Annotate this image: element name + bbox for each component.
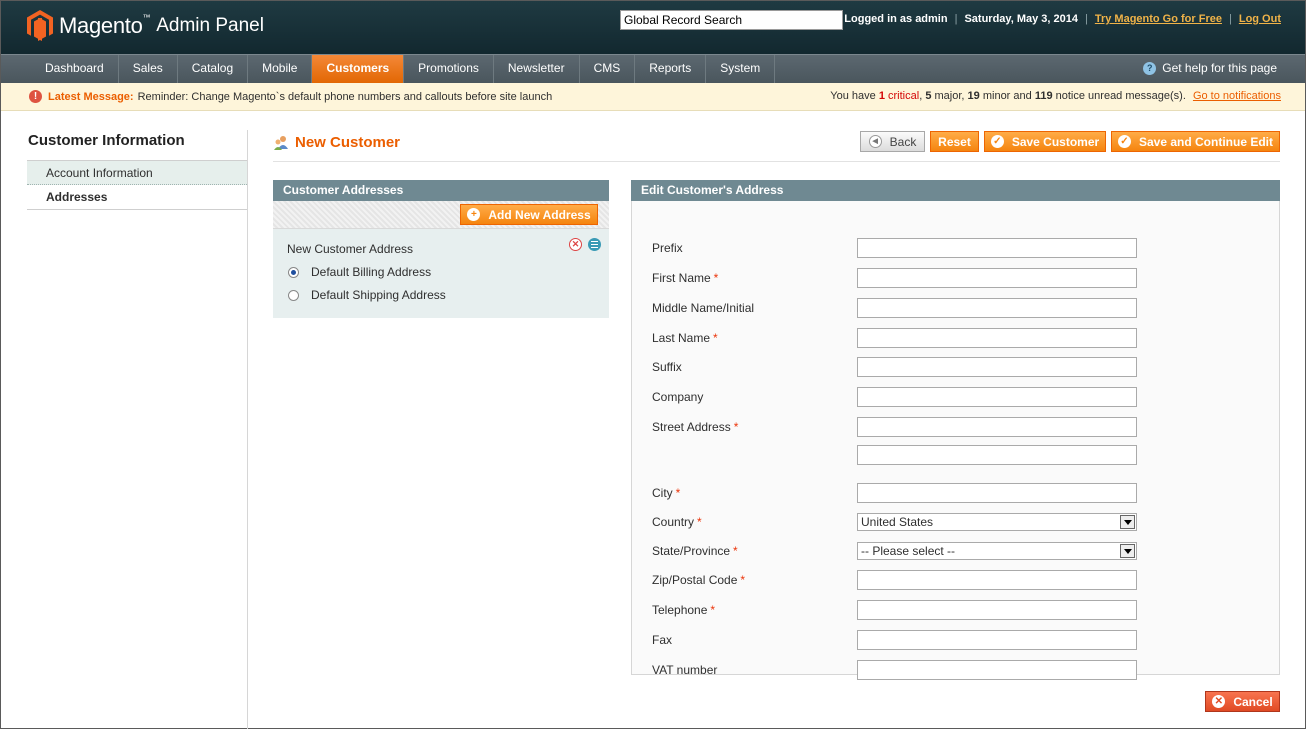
state-province-label: State/Province * — [652, 544, 738, 558]
first-name-input[interactable] — [857, 268, 1137, 288]
cancel-button[interactable]: ✕ Cancel — [1205, 691, 1280, 712]
help-link-text: Get help for this page — [1162, 61, 1277, 75]
zip-input[interactable] — [857, 570, 1137, 590]
customer-addresses-header: Customer Addresses — [273, 180, 609, 201]
zip-label: Zip/Postal Code * — [652, 573, 746, 587]
save-customer-button[interactable]: ✓ Save Customer — [984, 131, 1106, 152]
telephone-input[interactable] — [857, 600, 1137, 620]
suffix-label: Suffix — [652, 360, 682, 374]
check-icon: ✓ — [1117, 135, 1131, 148]
help-link[interactable]: ? Get help for this page — [1143, 61, 1277, 75]
sidebar-tab-account-information[interactable]: Account Information — [27, 160, 247, 185]
alert-icon: ! — [29, 90, 42, 103]
global-record-search-input[interactable] — [620, 10, 843, 30]
country-select[interactable]: United States — [857, 513, 1137, 531]
page-title: New Customer — [273, 134, 400, 151]
check-icon: ✓ — [990, 135, 1004, 148]
default-shipping-option[interactable]: Default Shipping Address — [287, 288, 609, 302]
nav-promotions[interactable]: Promotions — [404, 55, 494, 83]
nav-mobile[interactable]: Mobile — [248, 55, 313, 83]
sidebar-title: Customer Information — [28, 132, 185, 149]
header: Magento™ Admin Panel Logged in as admin … — [1, 1, 1305, 54]
telephone-label: Telephone * — [652, 603, 716, 617]
last-name-input[interactable] — [857, 328, 1137, 348]
last-name-label: Last Name * — [652, 331, 718, 345]
first-name-label: First Name * — [652, 271, 719, 285]
customer-icon — [274, 135, 288, 150]
title-divider — [273, 161, 1280, 162]
nav-system[interactable]: System — [706, 55, 776, 83]
nav-cms[interactable]: CMS — [580, 55, 636, 83]
nav-reports[interactable]: Reports — [635, 55, 707, 83]
street-address-line1-input[interactable] — [857, 417, 1137, 437]
street-address-line2-input[interactable] — [857, 445, 1137, 465]
default-billing-radio[interactable] — [288, 266, 299, 278]
main-nav: Dashboard Sales Catalog Mobile Customers… — [1, 54, 1305, 83]
notification-summary: You have 1 critical, 5 major, 19 minor a… — [830, 90, 1281, 102]
nav-newsletter[interactable]: Newsletter — [494, 55, 580, 83]
fax-input[interactable] — [857, 630, 1137, 650]
close-icon: ✕ — [1212, 695, 1226, 708]
magento-logo[interactable]: Magento™ Admin Panel — [27, 10, 264, 41]
middle-name-input[interactable] — [857, 298, 1137, 318]
vat-number-input[interactable] — [857, 660, 1137, 680]
company-input[interactable] — [857, 387, 1137, 407]
customer-info-sidebar: Customer Information Account Information… — [27, 130, 248, 729]
nav-catalog[interactable]: Catalog — [178, 55, 249, 83]
logo-subtitle: Admin Panel — [156, 14, 264, 36]
logout-link[interactable]: Log Out — [1239, 13, 1281, 25]
address-item-title: New Customer Address — [287, 242, 414, 256]
header-date: Saturday, May 3, 2014 — [964, 13, 1078, 25]
city-input[interactable] — [857, 483, 1137, 503]
suffix-input[interactable] — [857, 357, 1137, 377]
state-province-select[interactable]: -- Please select -- — [857, 542, 1137, 560]
prefix-input[interactable] — [857, 238, 1137, 258]
company-label: Company — [652, 390, 704, 404]
save-and-continue-button[interactable]: ✓ Save and Continue Edit — [1111, 131, 1280, 152]
default-shipping-radio[interactable] — [288, 289, 299, 301]
chevron-down-icon — [1120, 515, 1135, 529]
city-label: City * — [652, 486, 681, 500]
edit-address-panel: Edit Customer's Address Prefix First Nam… — [631, 180, 1280, 680]
edit-address-form: Prefix First Name * Middle Name/Initial L… — [631, 201, 1280, 680]
sidebar-tab-addresses[interactable]: Addresses — [27, 185, 247, 210]
prefix-label: Prefix — [652, 241, 683, 255]
notification-bar: ! Latest Message: Reminder: Change Magen… — [1, 83, 1305, 111]
logged-in-text: Logged in as admin — [844, 13, 948, 25]
go-to-notifications-link[interactable]: Go to notifications — [1193, 90, 1281, 102]
help-icon: ? — [1143, 61, 1157, 75]
nav-dashboard[interactable]: Dashboard — [31, 55, 119, 83]
customer-addresses-panel: Customer Addresses + Add New Address New… — [273, 180, 609, 318]
edit-address-header: Edit Customer's Address — [631, 180, 1280, 201]
reset-button[interactable]: Reset — [930, 131, 979, 152]
latest-message-text: Reminder: Change Magento`s default phone… — [137, 90, 553, 103]
back-button[interactable]: ◀ Back — [860, 131, 925, 152]
country-label: Country * — [652, 515, 702, 529]
fax-label: Fax — [652, 633, 673, 647]
magento-logo-icon — [27, 10, 53, 41]
default-billing-option[interactable]: Default Billing Address — [287, 265, 609, 279]
back-arrow-icon: ◀ — [868, 135, 882, 148]
address-list-item[interactable]: New Customer Address ✕ Default Billing A… — [273, 229, 609, 318]
header-user-info: Logged in as admin | Saturday, May 3, 20… — [844, 13, 1281, 25]
middle-name-label: Middle Name/Initial — [652, 301, 755, 315]
street-address-label: Street Address * — [652, 420, 739, 434]
delete-address-icon[interactable]: ✕ — [569, 238, 582, 251]
vat-number-label: VAT number — [652, 663, 718, 677]
try-magento-go-link[interactable]: Try Magento Go for Free — [1095, 13, 1222, 25]
plus-icon: + — [467, 208, 481, 221]
address-toolbar: + Add New Address — [273, 201, 609, 229]
latest-message-title: Latest Message: — [48, 90, 134, 103]
chevron-down-icon — [1120, 544, 1135, 558]
edit-address-icon[interactable] — [588, 238, 601, 251]
nav-sales[interactable]: Sales — [119, 55, 178, 83]
add-new-address-button[interactable]: + Add New Address — [460, 204, 598, 225]
logo-text: Magento™ — [59, 12, 151, 38]
nav-customers[interactable]: Customers — [312, 55, 405, 83]
